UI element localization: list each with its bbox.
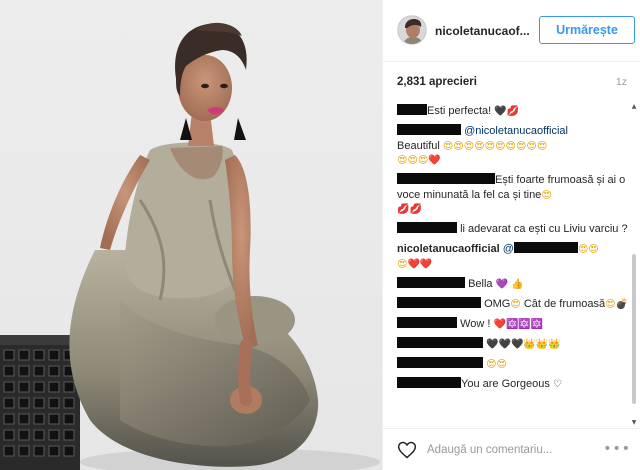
- heart-eyes-icon: 😍: [510, 298, 521, 310]
- comment-item: 🖤🖤🖤👑👑👑: [397, 336, 629, 352]
- author-username[interactable]: nicoletanucaof...: [435, 24, 530, 38]
- comment-item: 😍😍: [397, 356, 629, 372]
- heart-outline-like-icon[interactable]: [397, 440, 417, 460]
- redacted-username: [513, 242, 578, 253]
- kiss-icon: 💋: [506, 106, 520, 117]
- heart-eyes-icon: 😍: [505, 140, 516, 152]
- comment-item: Bella 💜 👍: [397, 276, 629, 292]
- kiss-icon: 💋: [397, 204, 410, 215]
- post-photo[interactable]: [0, 0, 382, 470]
- likes-count[interactable]: 2,831 aprecieri: [397, 76, 477, 88]
- comment-text: Beautiful: [397, 139, 443, 152]
- comments-scrollbar[interactable]: ▲ ▼: [631, 104, 637, 426]
- red-heart-icon: ❤️: [493, 318, 506, 330]
- heart-eyes-icon: 😍: [453, 140, 464, 152]
- post-footer: •••: [383, 428, 640, 470]
- comment-item: You are Gorgeous ♡: [397, 376, 629, 392]
- black-heart-icon: 🖤: [486, 338, 499, 350]
- heart-eyes-icon: 😍: [484, 140, 496, 152]
- redacted-username: [397, 104, 427, 115]
- heart-eyes-icon: 😍: [495, 140, 506, 152]
- heart-eyes-icon: 😍: [541, 189, 552, 201]
- star-of-david-icon: 🔯: [505, 318, 519, 330]
- bomb-icon: 💣: [615, 298, 629, 310]
- post-header: nicoletanucaof... Urmărește: [383, 0, 640, 62]
- redacted-username: [397, 376, 461, 388]
- comment-text: OMG: [484, 297, 511, 310]
- heart-eyes-icon: 😍: [397, 155, 408, 166]
- redacted-username: [397, 336, 483, 348]
- crown-icon: 👑: [535, 338, 549, 350]
- red-heart-icon: ❤️: [407, 258, 420, 270]
- red-heart-icon: ❤️: [428, 155, 441, 166]
- comment-text: You are Gorgeous: [461, 377, 553, 390]
- heart-eyes-icon: 😍: [442, 140, 454, 152]
- comment-item: nicoletanucaofficial @ 😍😍 😍❤️❤️: [397, 242, 629, 271]
- follow-button[interactable]: Urmărește: [539, 16, 635, 44]
- heart-eyes-icon: 😍: [605, 298, 616, 310]
- portrait-illustration: [0, 22, 380, 470]
- post-side-panel: nicoletanucaof... Urmărește 2,831 apreci…: [382, 0, 640, 470]
- comment-item: Ești foarte frumoasă și ai o voce minuna…: [397, 173, 629, 217]
- heart-eyes-icon: 😍: [474, 140, 485, 152]
- comment-text: li adevarat ca ești cu Liviu varciu ?: [460, 223, 628, 235]
- star-of-david-icon: 🔯: [530, 318, 544, 330]
- black-heart-icon: 🖤: [494, 106, 507, 117]
- thumbs-up-icon: 👍: [511, 278, 524, 290]
- black-heart-icon: 🖤: [510, 338, 524, 350]
- redacted-username: [397, 356, 483, 368]
- avatar-photo-icon: [398, 16, 426, 44]
- author-avatar[interactable]: [397, 15, 427, 45]
- scroll-up-icon[interactable]: ▲: [631, 104, 637, 110]
- heart-eyes-icon: 😍: [515, 140, 527, 152]
- comment-text: Cât de frumoasă: [520, 297, 606, 310]
- heart-eyes-icon: 😍: [417, 155, 429, 166]
- comment-item: @nicoletanucaofficial Beautiful 😍😍😍😍😍😍😍😍…: [397, 124, 629, 168]
- kiss-icon: 💋: [409, 204, 422, 215]
- purple-heart-icon: 💜: [495, 278, 509, 290]
- heart-eyes-icon: 😍: [526, 140, 537, 152]
- post-stats: 2,831 aprecieri 1z: [397, 76, 627, 92]
- heart-eyes-icon: 😍: [463, 140, 475, 152]
- redacted-username: [397, 276, 465, 288]
- comment-text: Bella: [468, 277, 496, 290]
- heart-eyes-icon: 😍: [577, 244, 589, 255]
- redacted-username: [397, 173, 495, 184]
- redacted-username: [397, 296, 481, 308]
- post-time[interactable]: 1z: [616, 76, 627, 88]
- crown-icon: 👑: [523, 338, 536, 350]
- comment-item: Esti perfecta! 🖤💋: [397, 104, 629, 119]
- heart-outline-icon: ♡: [552, 378, 562, 390]
- scroll-down-icon[interactable]: ▼: [631, 420, 637, 426]
- redacted-username: [397, 222, 457, 233]
- comment-text: Wow !: [460, 317, 494, 330]
- comments-list[interactable]: Esti perfecta! 🖤💋 @nicoletanucaofficial …: [397, 104, 629, 426]
- comment-mention[interactable]: @nicoletanucaofficial: [464, 125, 568, 137]
- more-options-icon[interactable]: •••: [603, 441, 631, 457]
- speaker-case: [0, 335, 80, 470]
- add-comment-input[interactable]: [427, 440, 605, 460]
- comment-text: Esti perfecta!: [427, 105, 495, 117]
- scroll-thumb[interactable]: [632, 254, 636, 404]
- red-heart-icon: ❤️: [419, 258, 433, 270]
- heart-eyes-icon: 😍: [588, 244, 599, 255]
- comment-author[interactable]: nicoletanucaofficial: [397, 243, 500, 255]
- star-of-david-icon: 🔯: [518, 318, 531, 330]
- comment-item: li adevarat ca ești cu Liviu varciu ?: [397, 222, 629, 237]
- heart-eyes-icon: 😍: [397, 258, 408, 270]
- heart-eyes-icon: 😍: [496, 358, 507, 370]
- redacted-username: [397, 124, 461, 135]
- comment-item: OMG😍 Cât de frumoasă😍💣: [397, 296, 629, 312]
- heart-eyes-icon: 😍: [536, 140, 548, 152]
- heart-eyes-icon: 😍: [486, 358, 497, 370]
- comment-mention[interactable]: @: [503, 243, 514, 255]
- comment-item: Wow ! ❤️🔯🔯🔯: [397, 316, 629, 332]
- crown-icon: 👑: [548, 338, 561, 350]
- heart-eyes-icon: 😍: [407, 155, 418, 166]
- black-heart-icon: 🖤: [498, 338, 511, 350]
- redacted-username: [397, 316, 457, 328]
